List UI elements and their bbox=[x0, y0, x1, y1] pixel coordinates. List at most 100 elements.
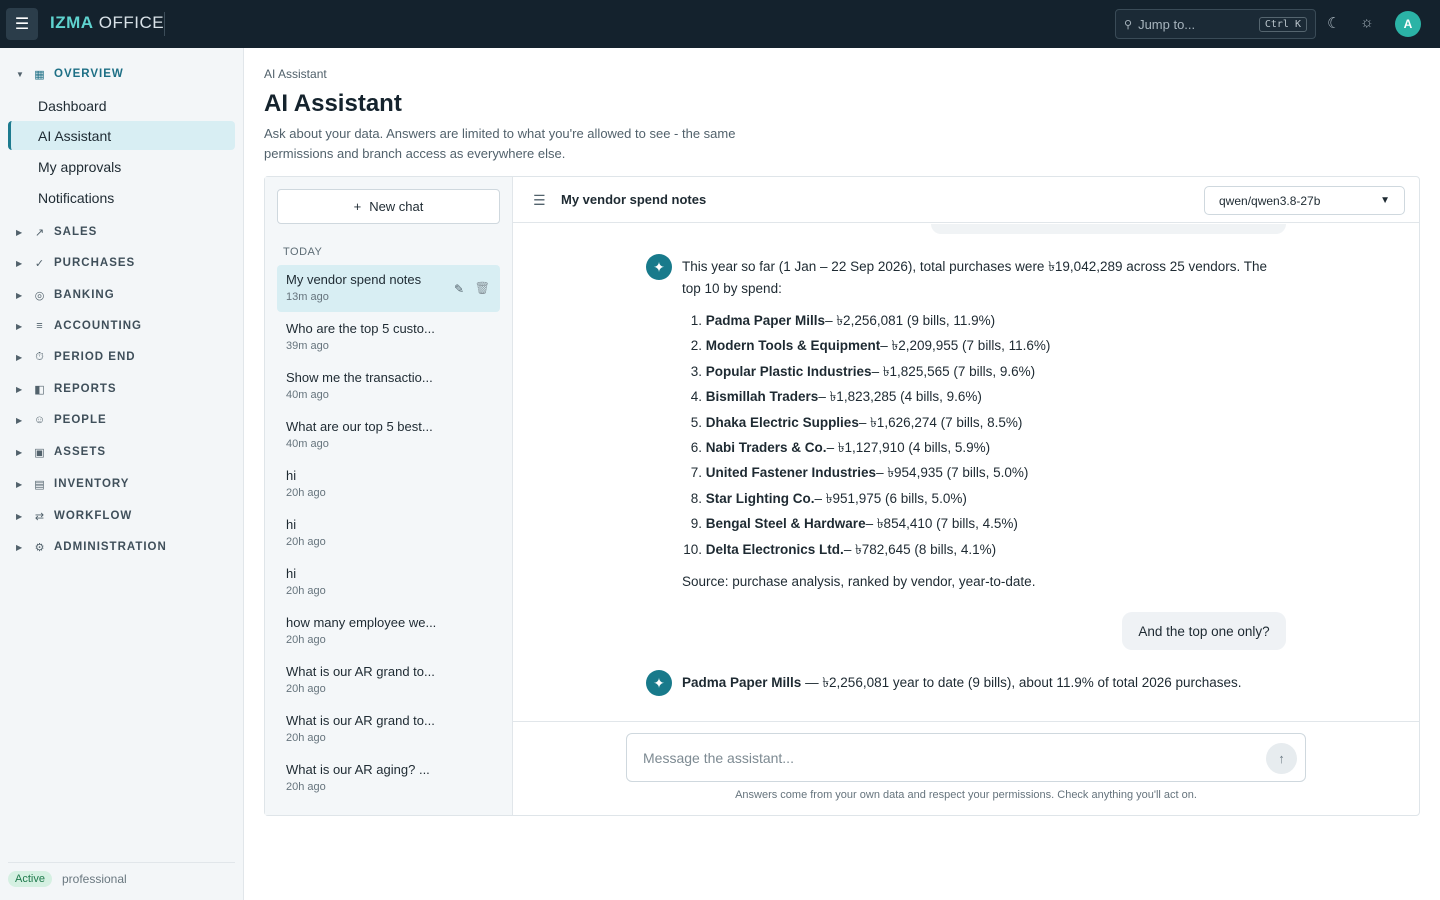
building-icon: ▣ bbox=[34, 446, 46, 459]
sparkle-icon: ✦ bbox=[646, 254, 672, 280]
sidebar-section-period-end[interactable]: ▶ ⏱ PERIOD END bbox=[0, 346, 244, 368]
list-item: 1. Padma Paper Mills – ৳2,256,081 (9 bil… bbox=[682, 310, 1050, 335]
sidebar-section-sales[interactable]: ▶ ↗ SALES bbox=[0, 221, 244, 243]
vendor-detail: – ৳1,823,285 (4 bills, 9.6%) bbox=[818, 389, 982, 405]
section-label: ADMINISTRATION bbox=[54, 541, 167, 553]
caret-right-icon: ▶ bbox=[16, 227, 24, 237]
disclaimer-text: Answers come from your own data and resp… bbox=[735, 789, 1197, 801]
conversation-header: ☰ My vendor spend notes qwen/qwen3.8-27b… bbox=[513, 177, 1419, 223]
model-value: qwen/qwen3.8-27b bbox=[1219, 193, 1321, 208]
new-chat-button[interactable]: + New chat bbox=[277, 189, 500, 224]
jump-to-search[interactable]: ⚲ Jump to... Ctrl K bbox=[1115, 9, 1316, 39]
brand-secondary: OFFICE bbox=[98, 13, 165, 32]
conversation-title: My vendor spend notes bbox=[561, 192, 707, 207]
sidebar-section-workflow[interactable]: ▶ ⇄ WORKFLOW bbox=[0, 505, 244, 527]
chevron-down-icon: ▼ bbox=[1380, 195, 1390, 206]
chat-list-item[interactable]: What is our AR grand to... 20h ago bbox=[277, 657, 500, 704]
vendor-name: Bismillah Traders bbox=[705, 389, 819, 405]
section-label: SALES bbox=[54, 226, 98, 238]
chat-list-item[interactable]: Show me the transactio... 40m ago bbox=[277, 363, 500, 410]
sidebar-item-notifications[interactable]: Notifications bbox=[8, 183, 235, 212]
answer-detail: — ৳2,256,081 year to date (9 bills), abo… bbox=[801, 675, 1242, 690]
chat-list-item[interactable]: hi 20h ago bbox=[277, 461, 500, 508]
chat-title: What is our AR grand to... bbox=[286, 664, 435, 679]
menu-icon[interactable]: ☰ bbox=[533, 192, 546, 209]
sidebar-section-inventory[interactable]: ▶ ▤ INVENTORY bbox=[0, 473, 244, 495]
chat-history-sidebar: + New chat TODAY My vendor spend notes 1… bbox=[265, 177, 513, 815]
message-composer[interactable]: ↑ bbox=[626, 733, 1306, 782]
vendor-name: Popular Plastic Industries bbox=[705, 363, 872, 379]
chat-time: 20h ago bbox=[286, 487, 326, 499]
answer-line: top 10 by spend: bbox=[682, 281, 782, 296]
vendor-detail: – ৳1,626,274 (7 bills, 8.5%) bbox=[858, 414, 1023, 430]
grid-icon: ▦ bbox=[34, 68, 46, 81]
trend-icon: ↗ bbox=[34, 226, 46, 239]
sidebar-section-assets[interactable]: ▶ ▣ ASSETS bbox=[0, 441, 244, 463]
chat-time: 39m ago bbox=[286, 340, 329, 352]
chat-time: 40m ago bbox=[286, 438, 329, 450]
item-number: 3. bbox=[690, 363, 702, 379]
item-number: 5. bbox=[690, 414, 702, 430]
sidebar-section-purchases[interactable]: ▶ ✓ PURCHASES bbox=[0, 252, 244, 274]
caret-right-icon: ▶ bbox=[16, 511, 24, 521]
chat-list-item[interactable]: hi 20h ago bbox=[277, 510, 500, 557]
chat-list-item[interactable]: Who are the top 5 custo... 39m ago bbox=[277, 314, 500, 361]
message-list[interactable]: ✦ This year so far (1 Jan – 22 Sep 2026)… bbox=[513, 224, 1419, 721]
assistant-panel: + New chat TODAY My vendor spend notes 1… bbox=[264, 176, 1420, 816]
sidebar-section-people[interactable]: ▶ ☺ PEOPLE bbox=[0, 409, 244, 431]
previous-user-message bbox=[931, 224, 1286, 234]
chat-list-item[interactable]: What are our top 5 best... 40m ago bbox=[277, 412, 500, 459]
hamburger-menu-button[interactable]: ☰ bbox=[6, 8, 38, 40]
item-number: 9. bbox=[690, 516, 702, 532]
chat-list-item[interactable]: What is our AR grand to... 20h ago bbox=[277, 706, 500, 753]
chat-title: Show me the transactio... bbox=[286, 370, 433, 385]
sidebar-item-my-approvals[interactable]: My approvals bbox=[8, 152, 235, 181]
sidebar-section-banking[interactable]: ▶ ◎ BANKING bbox=[0, 284, 244, 306]
moon-icon[interactable]: ☾ bbox=[1327, 14, 1340, 32]
list-item: 4. Bismillah Traders – ৳1,823,285 (4 bil… bbox=[682, 386, 1050, 411]
jump-placeholder: Jump to... bbox=[1138, 16, 1196, 32]
item-number: 4. bbox=[690, 389, 702, 405]
vendor-name: United Fastener Industries bbox=[705, 465, 877, 481]
caret-right-icon: ▶ bbox=[16, 542, 24, 552]
timer-icon: ⏱ bbox=[35, 350, 45, 363]
section-label: REPORTS bbox=[54, 383, 117, 395]
sidebar-item-dashboard[interactable]: Dashboard bbox=[8, 91, 235, 120]
plus-icon: + bbox=[353, 199, 362, 214]
user-avatar[interactable]: A bbox=[1395, 11, 1421, 37]
send-button[interactable]: ↑ bbox=[1266, 743, 1297, 774]
bank-icon: ◎ bbox=[34, 289, 46, 302]
person-icon: ☺ bbox=[33, 414, 47, 426]
chat-list-item[interactable]: What is our AR aging? ... 20h ago bbox=[277, 755, 500, 802]
trash-icon[interactable]: 🗑 bbox=[475, 281, 490, 295]
app-brand[interactable]: IZMA OFFICE bbox=[50, 13, 164, 33]
chat-list-item[interactable]: My vendor spend notes 13m ago ✎ 🗑 bbox=[277, 265, 500, 312]
sidebar-section-overview[interactable]: ▼ ▦ OVERVIEW bbox=[0, 63, 244, 85]
vendor-name: Padma Paper Mills bbox=[705, 313, 826, 328]
breadcrumb[interactable]: AI Assistant bbox=[264, 67, 327, 81]
sidebar-section-administration[interactable]: ▶ ⚙ ADMINISTRATION bbox=[0, 536, 244, 558]
pencil-icon[interactable]: ✎ bbox=[454, 282, 464, 296]
top-bar: ☰ IZMA OFFICE ⚲ Jump to... Ctrl K ☾ ☼ A bbox=[0, 0, 1440, 48]
vendor-name: Star Lighting Co. bbox=[705, 490, 815, 506]
section-label: WORKFLOW bbox=[54, 510, 133, 522]
vendor-detail: – ৳951,975 (6 bills, 5.0%) bbox=[814, 490, 967, 506]
sidebar-item-ai-assistant[interactable]: AI Assistant bbox=[8, 121, 235, 150]
page-title: AI Assistant bbox=[264, 90, 402, 117]
sidebar-section-reports[interactable]: ▶ ◧ REPORTS bbox=[0, 378, 244, 400]
message-input[interactable] bbox=[643, 749, 1223, 766]
chat-list-item[interactable]: how many employee we... 20h ago bbox=[277, 608, 500, 655]
model-select[interactable]: qwen/qwen3.8-27b ▼ bbox=[1204, 186, 1405, 215]
chat-time: 20h ago bbox=[286, 585, 326, 597]
chat-list-item[interactable]: hi 20h ago bbox=[277, 559, 500, 606]
vendor-detail: – ৳1,825,565 (7 bills, 9.6%) bbox=[871, 363, 1036, 379]
list-item: 7. United Fastener Industries – ৳954,935… bbox=[682, 462, 1050, 487]
chat-time: 20h ago bbox=[286, 536, 326, 548]
chat-title: What is our AR grand to... bbox=[286, 713, 435, 728]
sidebar-section-accounting[interactable]: ▶ ≡ ACCOUNTING bbox=[0, 315, 244, 337]
sun-icon[interactable]: ☼ bbox=[1360, 14, 1374, 31]
composer-area: ↑ Answers come from your own data and re… bbox=[513, 721, 1419, 815]
brand-primary: IZMA bbox=[50, 13, 94, 32]
item-number: 2. bbox=[690, 338, 702, 354]
caret-right-icon: ▶ bbox=[16, 415, 24, 425]
